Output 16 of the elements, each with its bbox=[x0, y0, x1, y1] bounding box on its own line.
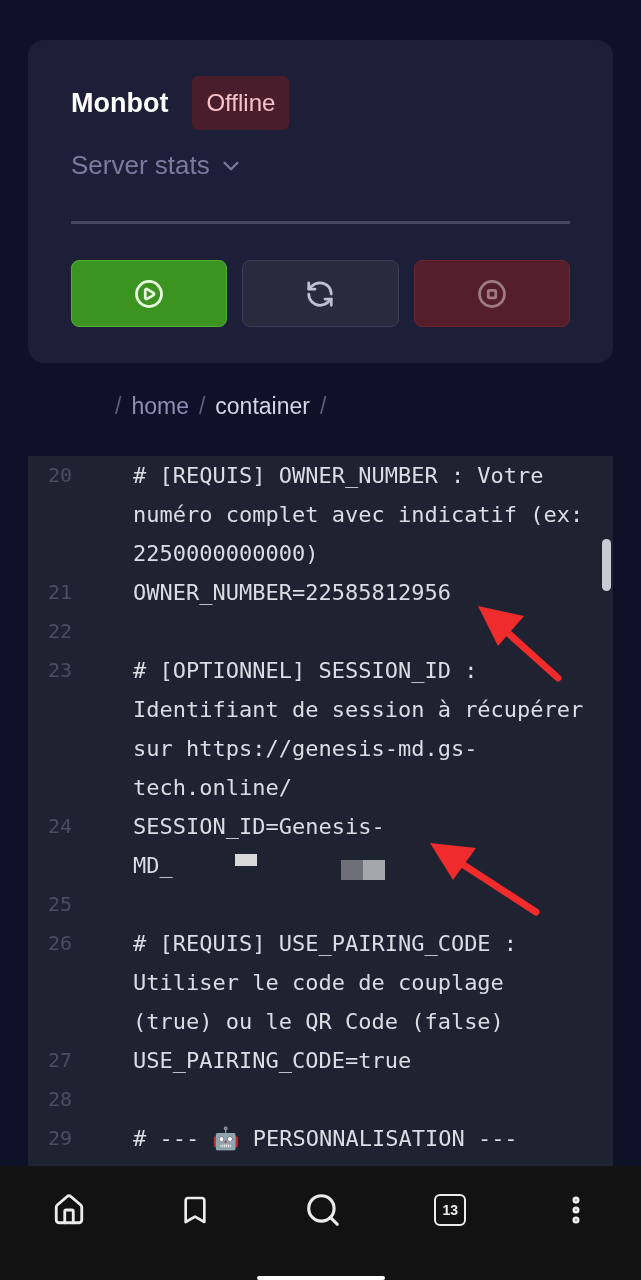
tab-count[interactable]: 13 bbox=[434, 1194, 467, 1226]
code-line: OWNER_NUMBER=22585812956 bbox=[133, 579, 452, 607]
stats-toggle[interactable]: Server stats bbox=[71, 150, 244, 181]
server-name: Monbot bbox=[71, 87, 169, 119]
path-separator: / bbox=[319, 393, 327, 421]
path-separator: / bbox=[198, 393, 206, 421]
code-line: # [REQUIS] USE_PAIRING_CODE : Utiliser le code de couplage (true) ou le QR Code (false) bbox=[133, 930, 519, 1036]
status-badge: Offline bbox=[192, 76, 290, 130]
breadcrumb-link[interactable]: home bbox=[131, 393, 189, 433]
code-line: # [REQUIS] OWNER_NUMBER : Votre numéro complet avec indicatif (ex: 2250000000000) bbox=[133, 462, 585, 568]
code-line: SESSION_ID=Genesis-MD_ bbox=[133, 814, 385, 878]
breadcrumb-link[interactable]: container bbox=[215, 393, 310, 433]
path-separator: / bbox=[115, 393, 122, 421]
code-line: # --- 🤖 PERSONNALISATION --- bbox=[133, 1125, 519, 1153]
code-line: USE_PAIRING_CODE=true bbox=[133, 1047, 413, 1075]
code-line: # [OPTIONNEL] SESSION_ID : Identifiant de session à récupérer sur https://genesis-md.gs-tech.online/ bbox=[133, 657, 585, 802]
